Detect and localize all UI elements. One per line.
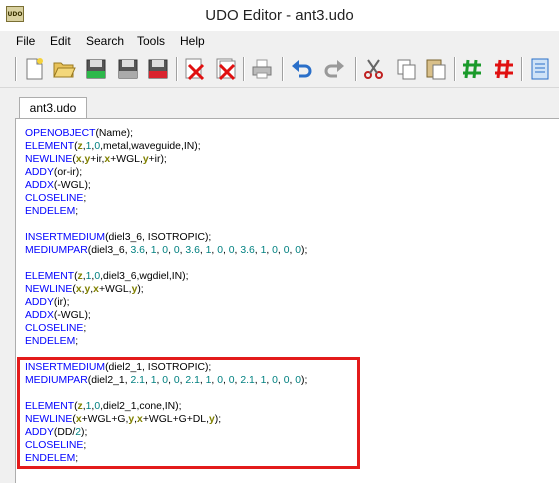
delete-icon[interactable]	[183, 57, 207, 81]
save-all-icon[interactable]	[146, 57, 170, 81]
code-token: CLOSELINE	[25, 323, 84, 334]
toolbar-separator	[243, 57, 245, 81]
save-as-icon[interactable]	[116, 57, 140, 81]
code-token: INSERTMEDIUM	[25, 232, 106, 243]
code-line: ADDX(-WGL);	[25, 309, 555, 322]
code-token: );	[301, 245, 308, 256]
code-token: MEDIUMPAR	[25, 245, 88, 256]
code-token: ADDY	[25, 297, 54, 308]
code-token: (or-ir);	[53, 167, 83, 178]
code-line: ELEMENT(z,1,0,diel3_6,wgdiel,IN);	[25, 270, 555, 283]
toolbar-separator	[176, 57, 178, 81]
tab-ant3-udo[interactable]: ant3.udo	[19, 97, 87, 118]
code-token: ,metal,waveguide,IN);	[100, 141, 201, 152]
code-token: (-WGL);	[53, 180, 91, 191]
redo-icon[interactable]	[322, 57, 346, 81]
code-token: NEWLINE	[25, 284, 73, 295]
code-token: +WGL,	[110, 154, 143, 165]
toolbar-separator	[355, 57, 357, 81]
toolbar-separator	[15, 57, 17, 81]
code-token: OPENOBJECT	[25, 128, 96, 139]
new-file-icon[interactable]	[22, 57, 46, 81]
undo-icon[interactable]	[290, 57, 314, 81]
save-icon[interactable]	[84, 57, 108, 81]
print-icon[interactable]	[250, 57, 274, 81]
code-token: ENDELEM	[25, 206, 76, 217]
code-token: ,diel3_6,wgdiel,IN);	[100, 271, 189, 282]
toolbar-separator	[454, 57, 456, 81]
code-line: CLOSELINE;	[25, 192, 555, 205]
menu-help[interactable]: Help	[180, 31, 205, 51]
code-line: ADDX(-WGL);	[25, 179, 555, 192]
menu-file[interactable]: File	[16, 31, 35, 51]
code-token: (ir);	[53, 297, 70, 308]
code-token: ;	[75, 206, 79, 217]
code-token: CLOSELINE	[25, 193, 84, 204]
code-token: 3.6	[185, 245, 200, 256]
document-icon[interactable]	[528, 57, 552, 81]
menu-edit[interactable]: Edit	[50, 31, 71, 51]
code-token: +WGL,	[98, 284, 132, 295]
code-token: ADDY	[25, 167, 54, 178]
code-token: ELEMENT	[25, 271, 75, 282]
code-token: (-WGL);	[53, 310, 91, 321]
code-token: (Name);	[95, 128, 133, 139]
code-token: NEWLINE	[25, 154, 73, 165]
window-title: UDO Editor - ant3.udo	[205, 7, 354, 24]
code-line: ELEMENT(z,1,0,metal,waveguide,IN);	[25, 140, 555, 153]
code-token: ADDX	[25, 180, 54, 191]
menu-bar: File Edit Search Tools Help	[0, 31, 559, 51]
code-line: ENDELEM;	[25, 335, 555, 348]
highlight-box	[17, 357, 360, 469]
title-bar: UDO UDO Editor - ant3.udo	[0, 0, 559, 31]
toolbar-separator	[521, 57, 523, 81]
code-token: ;	[75, 336, 79, 347]
code-line: CLOSELINE;	[25, 322, 555, 335]
code-token: ADDX	[25, 310, 54, 321]
paste-icon[interactable]	[424, 57, 448, 81]
code-line: OPENOBJECT(Name);	[25, 127, 555, 140]
comment-icon[interactable]	[460, 57, 484, 81]
toolbar-separator	[282, 57, 284, 81]
code-token: 3.6	[130, 245, 145, 256]
code-token: +ir);	[148, 154, 167, 165]
code-line: ADDY(ir);	[25, 296, 555, 309]
uncomment-icon[interactable]	[492, 57, 516, 81]
code-token: ELEMENT	[25, 141, 75, 152]
menu-tools[interactable]: Tools	[137, 31, 165, 51]
open-folder-icon[interactable]	[52, 57, 76, 81]
delete-all-icon[interactable]	[214, 57, 238, 81]
code-token: ENDELEM	[25, 336, 76, 347]
cut-icon[interactable]	[362, 57, 386, 81]
code-line: MEDIUMPAR(diel3_6, 3.6, 1, 0, 0, 3.6, 1,…	[25, 244, 555, 257]
code-token: (diel3_6,	[87, 245, 131, 256]
code-line: ADDY(or-ir);	[25, 166, 555, 179]
copy-icon[interactable]	[394, 57, 418, 81]
code-line: ENDELEM;	[25, 205, 555, 218]
code-token: (diel3_6, ISOTROPIC);	[105, 232, 212, 243]
code-line: NEWLINE(x,y+ir,x+WGL,y+ir);	[25, 153, 555, 166]
code-token: +ir,	[90, 154, 105, 165]
code-line: INSERTMEDIUM(diel3_6, ISOTROPIC);	[25, 231, 555, 244]
code-token: ;	[83, 323, 87, 334]
code-token: ;	[83, 193, 87, 204]
toolbar	[0, 51, 559, 88]
code-line: NEWLINE(x,y,x+WGL,y);	[25, 283, 555, 296]
code-token: );	[137, 284, 144, 295]
menu-search[interactable]: Search	[86, 31, 124, 51]
code-token: 3.6	[240, 245, 255, 256]
